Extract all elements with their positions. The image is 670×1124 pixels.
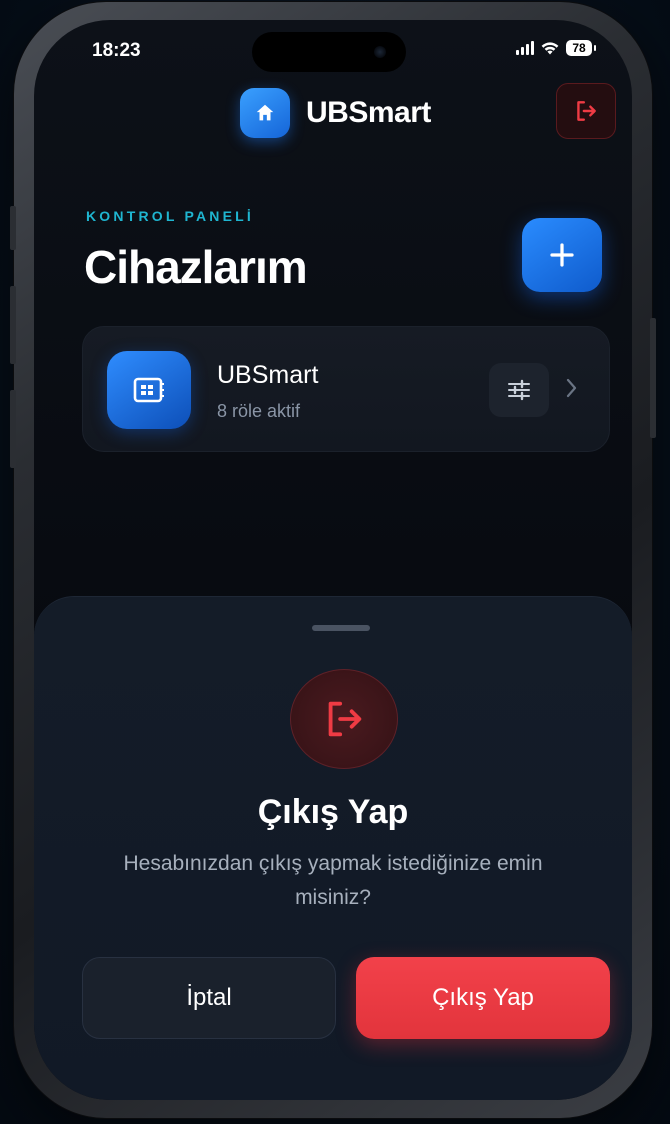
wifi-icon bbox=[541, 42, 559, 55]
chevron-right-icon bbox=[566, 378, 577, 398]
battery-indicator: 78 bbox=[566, 40, 596, 56]
status-indicators: 78 bbox=[516, 40, 596, 56]
cancel-button[interactable]: İptal bbox=[82, 957, 336, 1039]
relay-board-icon bbox=[107, 351, 191, 429]
status-time: 18:23 bbox=[92, 40, 141, 61]
action-button bbox=[10, 206, 16, 250]
volume-down-button bbox=[10, 390, 16, 468]
app-brand: UBSmart bbox=[240, 88, 431, 138]
logout-confirm-sheet: Çıkış Yap Hesabınızdan çıkış yapmak iste… bbox=[34, 596, 632, 1100]
device-status: 8 röle aktif bbox=[217, 401, 301, 421]
signal-icon bbox=[516, 41, 534, 55]
device-settings-button[interactable] bbox=[489, 363, 549, 417]
plus-icon bbox=[550, 243, 574, 267]
dynamic-island bbox=[252, 32, 406, 72]
sheet-title: Çıkış Yap bbox=[257, 793, 409, 831]
app-screen: 18:23 78 UBSmart KONTROL PANELİ Cihazlar… bbox=[34, 20, 632, 1100]
logout-icon bbox=[290, 669, 398, 769]
power-button bbox=[650, 318, 656, 438]
home-icon bbox=[240, 88, 290, 138]
volume-up-button bbox=[10, 286, 16, 364]
add-device-button[interactable] bbox=[522, 218, 602, 292]
app-name: UBSmart bbox=[306, 96, 431, 129]
logout-icon bbox=[577, 101, 596, 121]
sheet-message: Hesabınızdan çıkış yapmak istediğinize e… bbox=[123, 852, 543, 909]
section-label: KONTROL PANELİ bbox=[86, 208, 254, 224]
device-card[interactable]: UBSmart 8 röle aktif bbox=[82, 326, 610, 452]
phone-frame: 18:23 78 UBSmart KONTROL PANELİ Cihazlar… bbox=[10, 2, 656, 1118]
page-title: Cihazlarım bbox=[84, 241, 308, 293]
logout-button[interactable] bbox=[556, 83, 616, 139]
device-name: UBSmart bbox=[217, 361, 319, 389]
confirm-logout-button[interactable]: Çıkış Yap bbox=[356, 957, 610, 1039]
sheet-drag-handle[interactable] bbox=[312, 625, 370, 631]
sliders-icon bbox=[508, 379, 530, 401]
